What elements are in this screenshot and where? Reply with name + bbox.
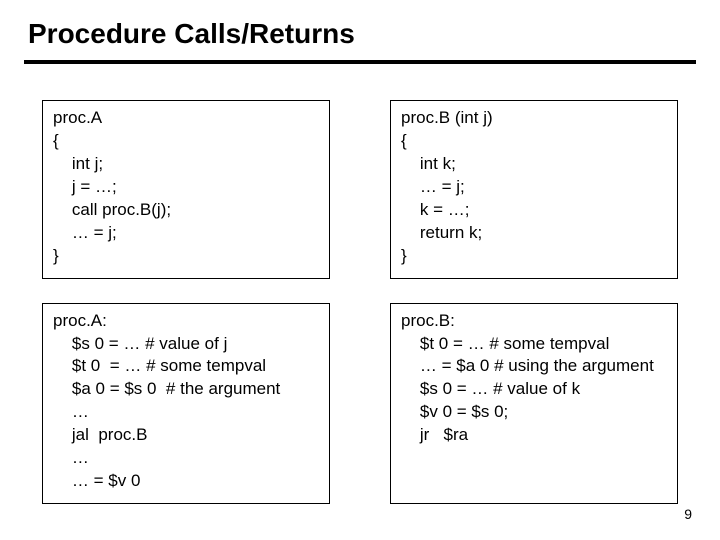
code-box-procA-asm: proc.A: $s 0 = … # value of j $t 0 = … #… <box>42 303 330 505</box>
code-box-procB-asm: proc.B: $t 0 = … # some tempval … = $a 0… <box>390 303 678 505</box>
code-box-procA-c: proc.A { int j; j = …; call proc.B(j); …… <box>42 100 330 279</box>
content-grid: proc.A { int j; j = …; call proc.B(j); …… <box>0 64 720 504</box>
page-title: Procedure Calls/Returns <box>0 0 720 58</box>
code-box-procB-c: proc.B (int j) { int k; … = j; k = …; re… <box>390 100 678 279</box>
page-number: 9 <box>684 506 692 522</box>
